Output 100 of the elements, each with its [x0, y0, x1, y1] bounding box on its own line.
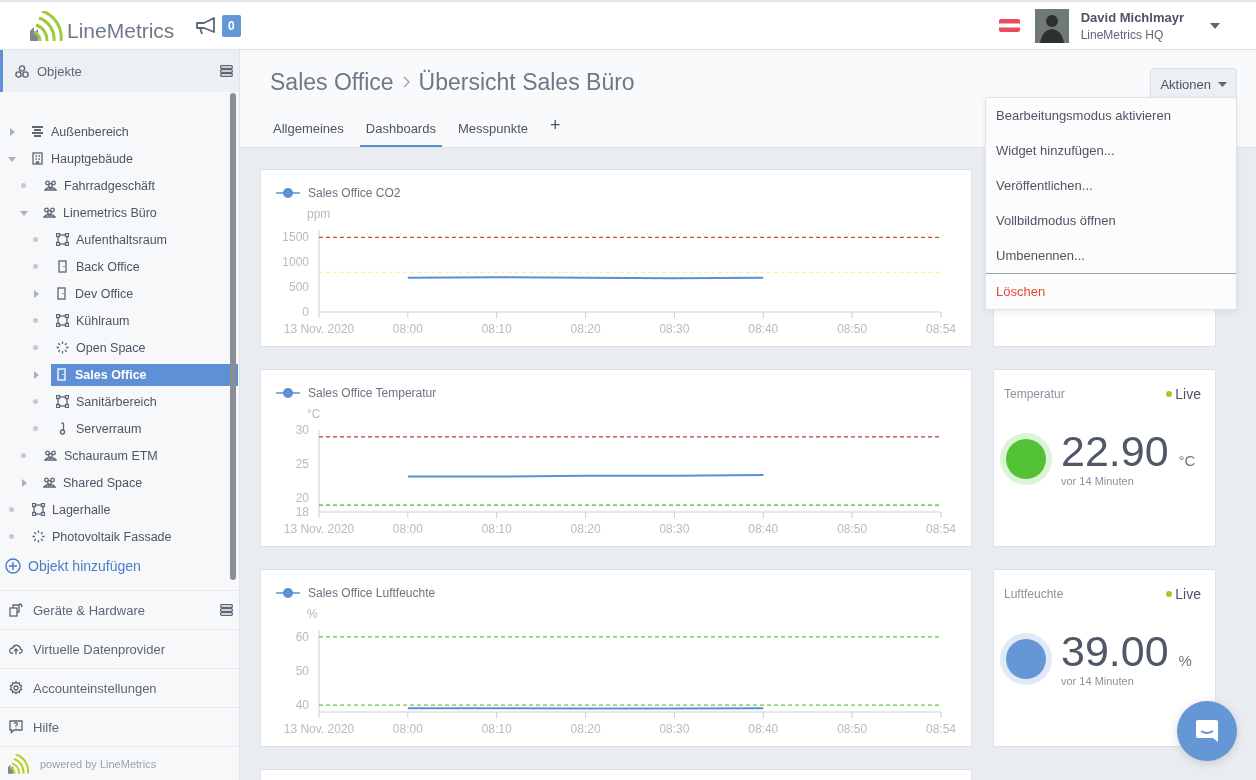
tab[interactable]: Messpunkte: [451, 112, 535, 147]
tree-dot-icon: [33, 399, 38, 404]
tree-item[interactable]: Hauptgebäude: [27, 147, 238, 170]
tree-dot-icon: [33, 318, 38, 323]
tree-dot-icon: [33, 264, 38, 269]
nav-item[interactable]: Virtuelle Datenprovider: [0, 629, 239, 668]
live-status: Live: [1175, 386, 1201, 402]
axis-unit: °C: [307, 407, 321, 421]
megaphone-icon[interactable]: [195, 16, 217, 35]
building-icon: [31, 152, 44, 165]
menu-item[interactable]: Veröffentlichen...: [986, 168, 1236, 203]
list-icon[interactable]: [220, 65, 233, 77]
axis-label: 1000: [282, 255, 309, 270]
tree-item[interactable]: Shared Space: [39, 471, 238, 494]
tree-dot-icon: [9, 507, 14, 512]
list-icon[interactable]: [220, 604, 233, 616]
menu-item[interactable]: Vollbildmodus öffnen: [986, 203, 1236, 238]
tree-item[interactable]: Dev Office: [51, 282, 238, 305]
menu-item[interactable]: Löschen: [986, 274, 1236, 309]
tree-item[interactable]: Außenbereich: [27, 120, 238, 143]
axis-label: 500: [288, 280, 309, 295]
expand-arrow-icon[interactable]: [20, 478, 28, 487]
expand-arrow-icon[interactable]: [32, 289, 40, 298]
nav-item[interactable]: Geräte & Hardware: [0, 590, 239, 629]
room-icon: [56, 314, 69, 327]
axis-label: 08:30: [659, 722, 690, 736]
breadcrumb-item[interactable]: Sales Office: [270, 68, 394, 96]
legend-label: Sales Office CO2: [308, 186, 401, 200]
tree-item[interactable]: Sanitärbereich: [52, 390, 238, 413]
tree-dot-icon: [33, 237, 38, 242]
logo-icon: [8, 753, 30, 774]
caret-icon[interactable]: [1210, 22, 1220, 29]
menu-item[interactable]: Widget hinzufügen...: [986, 133, 1236, 168]
legend-marker-icon: [276, 388, 300, 398]
tree-item[interactable]: Kühlraum: [52, 309, 238, 332]
axis-label: 08:10: [481, 722, 512, 736]
tree-dot-icon: [21, 453, 26, 458]
room-icon: [56, 233, 69, 246]
menu-item[interactable]: Umbenennen...: [986, 238, 1236, 273]
axis-label: 08:40: [748, 522, 779, 536]
axis-label: 60: [295, 629, 309, 644]
expand-arrow-icon[interactable]: [8, 154, 16, 163]
tree-item[interactable]: Lagerhalle: [28, 498, 238, 521]
tree-item[interactable]: Linemetrics Büro: [39, 201, 238, 224]
flag-icon[interactable]: [998, 19, 1020, 32]
cloud-upload-icon: [9, 642, 23, 656]
legend-marker-icon: [276, 588, 300, 598]
tree-item[interactable]: Serverraum: [52, 417, 238, 440]
axis-label: 08:20: [570, 322, 601, 336]
axis-label: 08:50: [837, 322, 868, 336]
card-title: Temperatur: [1004, 387, 1065, 401]
tree-item[interactable]: Schauraum ETM: [40, 444, 238, 467]
tree-item[interactable]: Aufenthaltsraum: [52, 228, 238, 251]
tree-item[interactable]: Fahrradgeschäft: [40, 174, 238, 197]
axis-label: 08:40: [748, 322, 779, 336]
logo-icon: [30, 10, 64, 41]
legend-label: Sales Office Luftfeuchte: [308, 586, 436, 600]
value-unit: %: [1178, 652, 1192, 669]
axis-label: 08:10: [481, 522, 512, 536]
current-value: 22.90: [1061, 430, 1169, 473]
settings-icon: [9, 681, 23, 695]
door-icon: [55, 287, 68, 300]
current-value: 39.00: [1061, 630, 1169, 673]
menu-item[interactable]: Bearbeitungsmodus aktivieren: [986, 98, 1236, 133]
expand-arrow-icon[interactable]: [32, 370, 40, 379]
tab[interactable]: Allgemeines: [267, 112, 350, 147]
axis-unit: ppm: [307, 207, 331, 221]
plus-circle-icon: [5, 558, 21, 574]
room-icon: [32, 503, 45, 516]
tree-item[interactable]: Back Office: [52, 255, 238, 278]
axis-label: 25: [295, 457, 309, 472]
expand-arrow-icon[interactable]: [20, 208, 28, 217]
expand-arrow-icon[interactable]: [8, 127, 16, 136]
scrollbar[interactable]: [230, 93, 236, 580]
axis-label: 13 Nov. 2020: [283, 722, 355, 736]
axis-label: 08:30: [659, 322, 690, 336]
chevron-icon: [402, 76, 410, 88]
axis-label: 08:20: [570, 722, 601, 736]
devices-icon: [9, 603, 23, 617]
room-icon: [56, 395, 69, 408]
tree-dot-icon: [33, 426, 38, 431]
tree-item[interactable]: Open Space: [52, 336, 238, 359]
status-dot-icon: [1166, 391, 1173, 397]
chat-icon: [1195, 719, 1219, 743]
axis-label: 40: [295, 698, 309, 713]
nav-item[interactable]: Hilfe: [0, 707, 239, 746]
axis-label: 08:54: [926, 722, 956, 736]
nav-item[interactable]: Accounteinstellungen: [0, 668, 239, 707]
footer-text: powered by LineMetrics: [40, 757, 157, 770]
avatar[interactable]: [1034, 8, 1069, 43]
value-unit: °C: [1178, 452, 1196, 469]
tab[interactable]: +: [544, 112, 567, 147]
breadcrumb-item: Übersicht Sales Büro: [418, 68, 635, 96]
axis-label: 08:50: [837, 522, 868, 536]
add-object-link[interactable]: Objekt hinzufügen: [5, 558, 141, 574]
tree-dot-icon: [33, 345, 38, 350]
objects-section-header[interactable]: Objekte: [0, 50, 239, 92]
axis-label: 08:00: [392, 322, 423, 336]
axis-label: 08:00: [392, 722, 423, 736]
tree-item[interactable]: Photovoltaik Fassade: [28, 525, 238, 548]
